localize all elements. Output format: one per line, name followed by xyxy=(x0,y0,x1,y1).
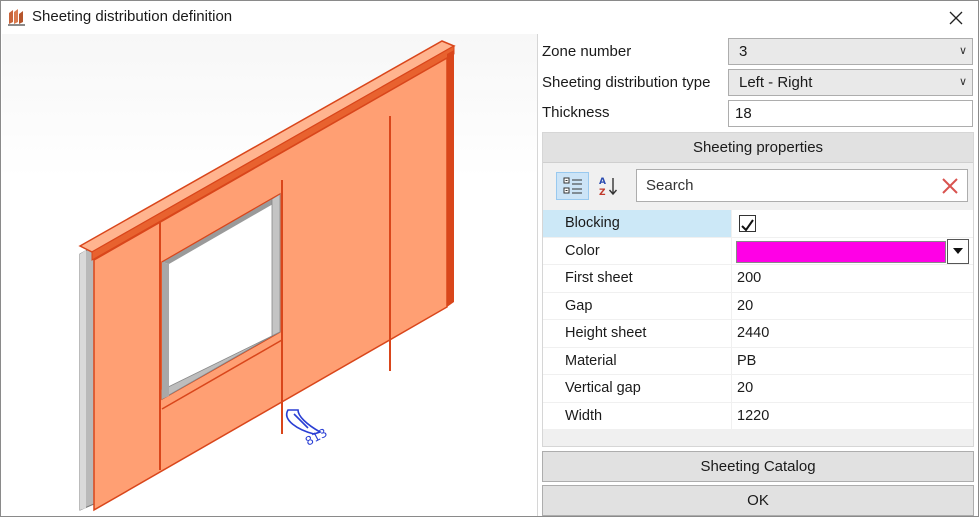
property-name: Width xyxy=(565,407,603,424)
property-name: Height sheet xyxy=(565,325,647,341)
wall-preview: 813 xyxy=(2,34,537,516)
property-row-material[interactable]: Material PB xyxy=(543,347,973,375)
title-bar: Sheeting distribution definition xyxy=(1,1,978,34)
property-toolbar: A Z Search xyxy=(543,163,973,209)
svg-text:813: 813 xyxy=(303,426,330,449)
property-rows: Blocking Color First sheet 200 Gap 20 He… xyxy=(543,210,973,430)
start-point-icon: 813 xyxy=(285,409,330,449)
property-row-width[interactable]: Width 1220 xyxy=(543,402,973,430)
property-name: Vertical gap xyxy=(565,380,641,396)
color-dropdown-button[interactable] xyxy=(947,238,969,264)
categorized-icon xyxy=(563,177,582,194)
zone-number-select[interactable]: 3 ∨ xyxy=(728,38,973,65)
thickness-label: Thickness xyxy=(542,104,610,121)
settings-panel: Zone number 3 ∨ Sheeting distribution ty… xyxy=(538,34,978,516)
property-name: Gap xyxy=(565,297,593,314)
window-title: Sheeting distribution definition xyxy=(32,8,233,25)
app-icon xyxy=(7,8,27,26)
property-row-gap[interactable]: Gap 20 xyxy=(543,292,973,320)
close-icon xyxy=(949,11,963,24)
distribution-type-value: Left - Right xyxy=(739,74,813,91)
close-button[interactable] xyxy=(934,1,978,34)
svg-text:A: A xyxy=(599,177,606,187)
svg-text:Z: Z xyxy=(599,188,606,197)
categorized-view-button[interactable] xyxy=(556,172,589,200)
chevron-down-icon xyxy=(953,248,963,254)
zone-number-label: Zone number xyxy=(542,43,632,60)
sheeting-properties-grid: Sheeting properties A Z Search Blocking … xyxy=(542,132,974,447)
property-name: Material xyxy=(565,352,617,369)
property-name: First sheet xyxy=(565,270,633,286)
alphabetical-sort-button[interactable]: A Z xyxy=(592,172,625,200)
property-row-color[interactable]: Color xyxy=(543,237,973,265)
zone-number-value: 3 xyxy=(739,43,748,60)
checkmark-icon xyxy=(741,219,754,232)
property-row-blocking[interactable]: Blocking xyxy=(543,210,973,238)
property-value[interactable]: 20 xyxy=(732,293,973,320)
sheeting-catalog-button[interactable]: Sheeting Catalog xyxy=(542,451,974,482)
thickness-input[interactable]: 18 xyxy=(728,100,973,127)
blocking-checkbox[interactable] xyxy=(739,215,756,232)
property-name: Blocking xyxy=(543,210,731,237)
chevron-down-icon: ∨ xyxy=(958,45,967,57)
color-swatch[interactable] xyxy=(736,240,946,263)
distribution-type-select[interactable]: Left - Right ∨ xyxy=(728,69,973,96)
sheeting-properties-header: Sheeting properties xyxy=(543,133,973,163)
sort-az-icon: A Z xyxy=(599,177,617,197)
search-placeholder: Search xyxy=(646,177,694,194)
property-value[interactable]: 1220 xyxy=(732,403,973,430)
clear-search-icon[interactable] xyxy=(941,177,959,199)
chevron-down-icon: ∨ xyxy=(958,76,967,88)
property-row-height-sheet[interactable]: Height sheet 2440 xyxy=(543,320,973,348)
property-name: Color xyxy=(565,242,600,259)
property-value[interactable]: 2440 xyxy=(732,320,973,347)
property-value[interactable]: 20 xyxy=(732,375,973,402)
distribution-type-label: Sheeting distribution type xyxy=(542,74,711,91)
ok-button[interactable]: OK xyxy=(542,485,974,516)
dialog-window: Sheeting distribution definition 813 Zon… xyxy=(0,0,979,517)
property-value[interactable]: PB xyxy=(732,348,973,375)
property-row-vertical-gap[interactable]: Vertical gap 20 xyxy=(543,375,973,403)
property-value[interactable]: 200 xyxy=(732,265,973,292)
wall-illustration: 813 xyxy=(78,40,456,512)
property-search-input[interactable]: Search xyxy=(636,169,968,202)
property-row-first-sheet[interactable]: First sheet 200 xyxy=(543,265,973,293)
